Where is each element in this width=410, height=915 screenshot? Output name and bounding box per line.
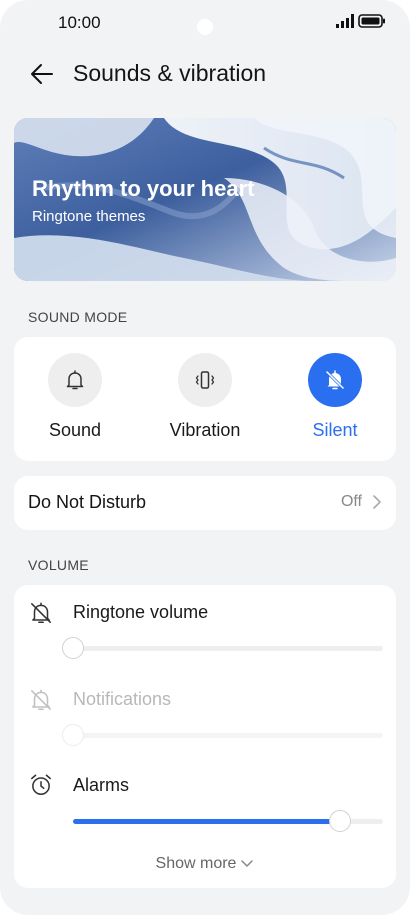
bell-icon	[66, 370, 84, 390]
chevron-down-icon	[241, 860, 254, 867]
volume-section-label: VOLUME	[28, 557, 89, 573]
alarms-volume-slider[interactable]	[73, 810, 383, 832]
bell-off-icon	[325, 370, 345, 390]
chevron-right-icon	[373, 495, 381, 509]
do-not-disturb-label: Do Not Disturb	[28, 492, 147, 512]
sound-mode-option-sound[interactable]: Sound	[20, 353, 130, 441]
bell-off-icon	[31, 602, 51, 623]
notifications-volume-label: Notifications	[73, 689, 172, 709]
alarms-volume-label: Alarms	[73, 775, 130, 795]
vibration-icon	[195, 371, 215, 389]
app-header: Sounds & vibration	[0, 52, 410, 96]
ringtone-volume-slider[interactable]	[62, 637, 383, 659]
notifications-volume-slider	[62, 724, 383, 746]
slider-fill	[73, 819, 340, 824]
alarm-clock-icon	[31, 774, 51, 795]
signal-icon	[336, 14, 354, 28]
bell-off-icon	[31, 689, 51, 710]
status-bar: 10:00	[0, 0, 410, 44]
sound-mode-silent-label: Silent	[312, 420, 358, 440]
show-more-button[interactable]: Show more	[14, 855, 396, 873]
sound-mode-silent-circle	[308, 353, 362, 407]
battery-icon	[358, 14, 385, 28]
sound-mode-vibration-circle	[178, 353, 232, 407]
sound-mode-sound-circle	[48, 353, 102, 407]
page-title: Sounds & vibration	[73, 60, 267, 86]
ringtone-volume-label: Ringtone volume	[73, 602, 209, 622]
sound-mode-option-silent[interactable]: Silent	[280, 353, 390, 441]
sound-mode-vibration-label: Vibration	[169, 420, 241, 440]
phone-screen: 10:00 Sounds & vibration Rhythm to your …	[0, 0, 410, 915]
sound-mode-section-label: SOUND MODE	[28, 309, 128, 325]
sound-mode-option-vibration[interactable]: Vibration	[150, 353, 260, 441]
do-not-disturb-row[interactable]: Do Not Disturb Off	[14, 476, 396, 530]
status-time: 10:00	[58, 13, 101, 32]
back-arrow-icon[interactable]	[28, 60, 56, 88]
sound-mode-card: Sound Vibration Silent	[14, 337, 396, 461]
slider-thumb	[62, 724, 84, 746]
slider-thumb[interactable]	[62, 637, 84, 659]
sound-mode-sound-label: Sound	[48, 420, 102, 440]
banner-subtitle: Ringtone themes	[32, 208, 146, 225]
ringtone-themes-banner[interactable]: Rhythm to your heart Ringtone themes	[14, 118, 396, 281]
do-not-disturb-value: Off	[340, 493, 362, 510]
front-camera	[197, 19, 213, 35]
volume-card: Ringtone volume Notifications Alarms Sho…	[14, 585, 396, 888]
show-more-label: Show more	[155, 855, 237, 872]
banner-title: Rhythm to your heart	[32, 176, 255, 201]
slider-thumb[interactable]	[328, 810, 351, 832]
